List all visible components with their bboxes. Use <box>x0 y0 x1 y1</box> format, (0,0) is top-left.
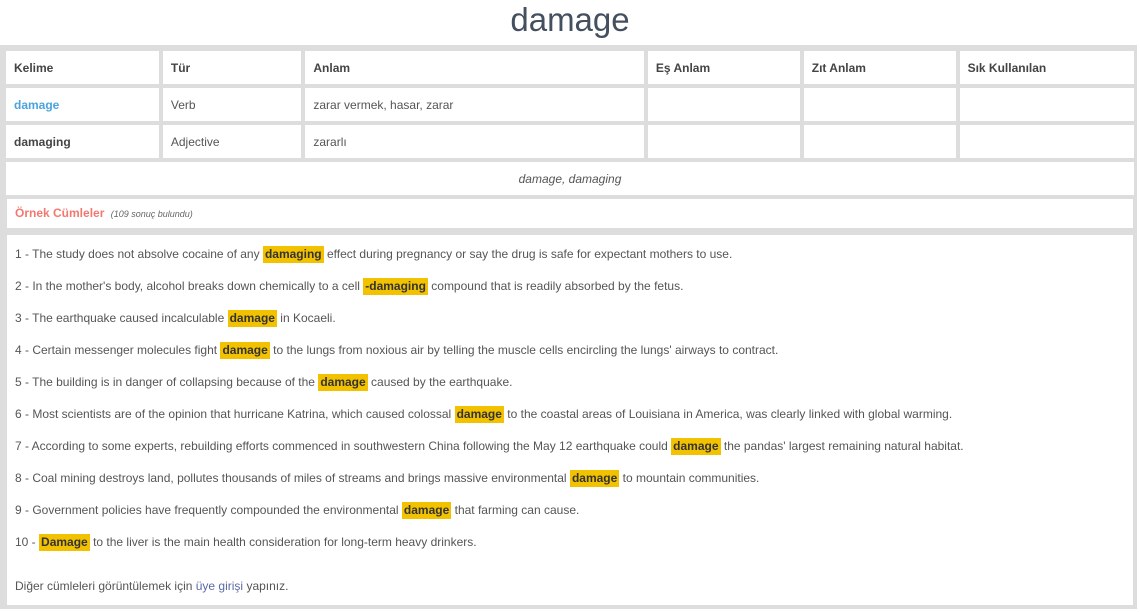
sentence-suffix: the pandas' largest remaining natural ha… <box>723 439 964 453</box>
table-row: damage Verb zarar vermek, hasar, zarar <box>6 88 1134 121</box>
highlighted-word: damage <box>569 470 620 487</box>
sentence-item: 8 - Coal mining destroys land, pollutes … <box>15 463 1125 495</box>
cell-antonym <box>803 88 956 121</box>
sentence-suffix: effect during pregnancy or say the drug … <box>326 247 733 261</box>
examples-count: (109 sonuç bulundu) <box>110 209 193 219</box>
sentence-item: 4 - Certain messenger molecules fight da… <box>15 335 1125 367</box>
cell-type: Verb <box>162 88 302 121</box>
highlighted-word: damage <box>454 406 504 423</box>
sentence-suffix: that farming can cause. <box>454 503 580 517</box>
word-label: damaging <box>14 134 71 149</box>
word-table: Kelime Tür Anlam Eş Anlam Zıt Anlam Sık … <box>2 47 1138 199</box>
sentence-prefix: 9 - Government policies have frequently … <box>15 503 399 517</box>
examples-header: Örnek Cümleler (109 sonuç bulundu) <box>7 199 1133 228</box>
highlighted-word: damage <box>401 502 452 519</box>
cell-type: Adjective <box>162 125 302 158</box>
sentence-suffix: to the coastal areas of Louisiana in Ame… <box>507 407 953 421</box>
sentence-prefix: 3 - The earthquake caused incalculable <box>15 311 225 325</box>
cell-frequent <box>959 125 1134 158</box>
sentence-item: 9 - Government policies have frequently … <box>15 495 1125 527</box>
sentence-suffix: compound that is readily absorbed by the… <box>431 279 684 293</box>
sentence-item: 6 - Most scientists are of the opinion t… <box>15 399 1125 431</box>
header-frequent: Sık Kullanılan <box>959 51 1134 84</box>
table-header-row: Kelime Tür Anlam Eş Anlam Zıt Anlam Sık … <box>6 51 1134 84</box>
sentence-item: 2 - In the mother's body, alcohol breaks… <box>15 271 1125 303</box>
sentence-item: 1 - The study does not absolve cocaine o… <box>15 239 1125 271</box>
sentence-suffix: to the lungs from noxious air by telling… <box>273 343 779 357</box>
sentence-prefix: 6 - Most scientists are of the opinion t… <box>15 407 452 421</box>
cell-antonym <box>803 125 956 158</box>
highlighted-word: Damage <box>39 534 90 551</box>
page-title: damage <box>510 1 630 38</box>
frame-bottom <box>3 605 1137 609</box>
header-word: Kelime <box>6 51 159 84</box>
highlighted-word: damage <box>220 342 270 359</box>
sentence-item: 10 - Damage to the liver is the main hea… <box>15 527 1125 559</box>
sentence-item: 7 - According to some experts, rebuildin… <box>15 431 1125 463</box>
login-note-text: Diğer cümleleri görüntülemek için <box>15 579 193 593</box>
sentence-prefix: 10 - <box>15 535 36 549</box>
cell-word: damaging <box>6 125 159 158</box>
header-meaning: Anlam <box>305 51 644 84</box>
sentence-suffix: to mountain communities. <box>622 471 760 485</box>
sentence-item: 5 - The building is in danger of collaps… <box>15 367 1125 399</box>
examples-title: Örnek Cümleler <box>15 206 105 220</box>
header-antonym: Zıt Anlam <box>803 51 956 84</box>
cell-word: damage <box>6 88 159 121</box>
cell-meaning: zarar vermek, hasar, zarar <box>305 88 644 121</box>
header-synonym: Eş Anlam <box>647 51 800 84</box>
sentence-list: 1 - The study does not absolve cocaine o… <box>15 239 1125 559</box>
word-link[interactable]: damage <box>14 98 59 112</box>
login-link[interactable]: üye girişi <box>196 579 243 593</box>
cell-meaning: zararlı <box>305 125 644 158</box>
sentence-prefix: 7 - According to some experts, rebuildin… <box>15 439 668 453</box>
word-forms: damage, damaging <box>6 162 1134 195</box>
sentence-suffix: in Kocaeli. <box>280 311 336 325</box>
login-note-text-end: yapınız. <box>246 579 289 593</box>
header-type: Tür <box>162 51 302 84</box>
highlighted-word: damaging <box>262 246 324 263</box>
cell-synonym <box>647 125 800 158</box>
sentence-prefix: 2 - In the mother's body, alcohol breaks… <box>15 279 360 293</box>
sentence-prefix: 1 - The study does not absolve cocaine o… <box>15 247 260 261</box>
highlighted-word: damage <box>671 438 721 455</box>
sentence-suffix: caused by the earthquake. <box>371 375 513 389</box>
word-forms-row: damage, damaging <box>6 162 1134 195</box>
sentence-item: 3 - The earthquake caused incalculable d… <box>15 303 1125 335</box>
highlighted-word: damage <box>227 310 277 327</box>
sentence-suffix: to the liver is the main health consider… <box>93 535 477 549</box>
cell-synonym <box>647 88 800 121</box>
sentence-prefix: 5 - The building is in danger of collaps… <box>15 375 315 389</box>
highlighted-word: damage <box>318 374 368 391</box>
example-sentences: 1 - The study does not absolve cocaine o… <box>7 235 1133 605</box>
highlighted-word: -damaging <box>363 278 428 295</box>
content-frame: Kelime Tür Anlam Eş Anlam Zıt Anlam Sık … <box>0 45 1137 609</box>
sentence-prefix: 8 - Coal mining destroys land, pollutes … <box>15 471 567 485</box>
sentence-prefix: 4 - Certain messenger molecules fight <box>15 343 218 357</box>
table-row: damaging Adjective zararlı <box>6 125 1134 158</box>
login-note: Diğer cümleleri görüntülemek için üye gi… <box>15 571 1125 601</box>
cell-frequent <box>959 88 1134 121</box>
